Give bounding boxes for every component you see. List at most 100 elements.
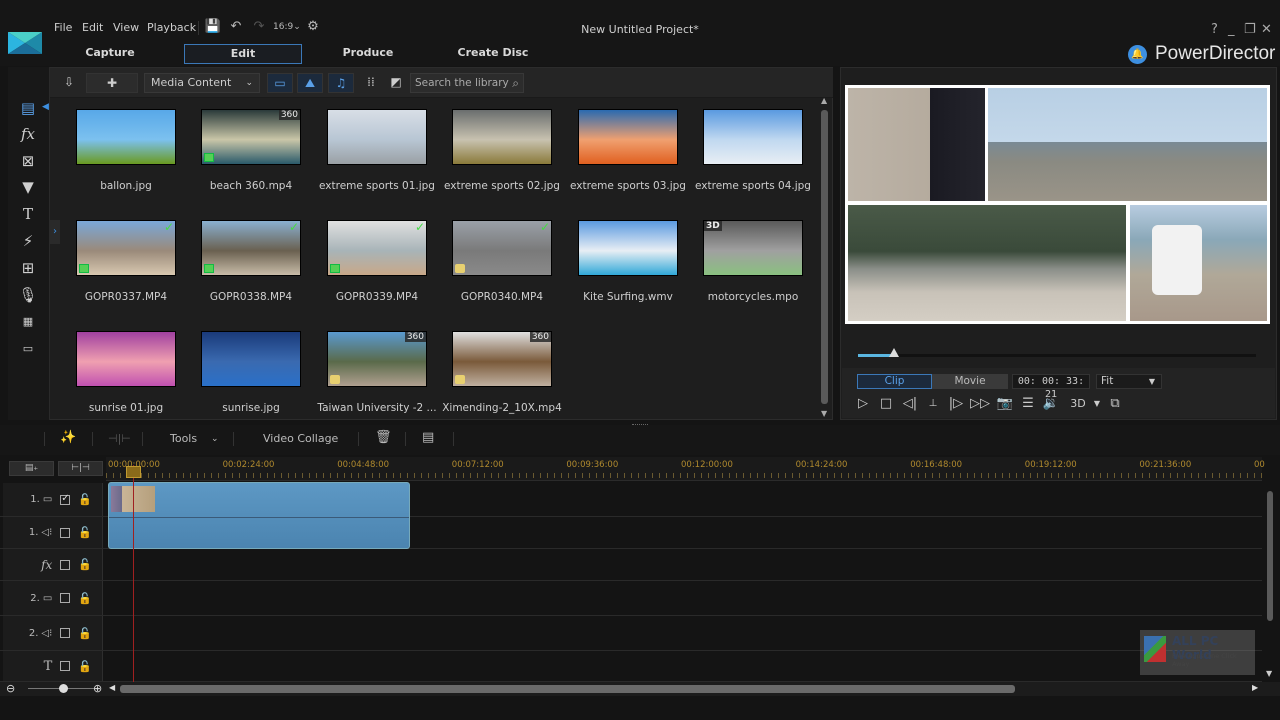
undo-icon[interactable]: ↶ — [227, 19, 245, 34]
search-icon[interactable]: ⌕ — [512, 74, 519, 92]
media-thumbnail[interactable] — [578, 220, 678, 276]
video-collage-button[interactable]: Video Collage — [263, 432, 338, 445]
zoom-in-icon[interactable]: ⊕ — [93, 682, 102, 695]
seek-handle[interactable] — [888, 348, 899, 357]
expand-panel-button[interactable]: › — [50, 220, 60, 244]
media-thumbnail[interactable]: 3D — [703, 220, 803, 276]
movie-mode-button[interactable]: Movie — [932, 374, 1008, 389]
tab-edit[interactable]: Edit — [184, 44, 302, 64]
track-lock-icon[interactable]: 🔓 — [78, 493, 92, 506]
media-thumbnail[interactable] — [578, 109, 678, 165]
tab-create-disc[interactable]: Create Disc — [434, 44, 552, 64]
3d-mode-button[interactable]: 3D — [1066, 396, 1090, 412]
preview-seek-bar[interactable] — [858, 348, 1256, 357]
media-thumbnail[interactable]: ✓ — [76, 220, 176, 276]
playhead-handle[interactable] — [126, 466, 141, 478]
audio-mixing-room-icon[interactable]: ⊞ — [18, 258, 38, 278]
fit-timeline-button[interactable]: ⊢|⊣ — [58, 461, 103, 476]
save-icon[interactable]: 💾 — [204, 19, 222, 34]
media-thumbnail[interactable]: 360 — [327, 331, 427, 387]
clip-mode-button[interactable]: Clip — [857, 374, 932, 389]
track-lock-icon[interactable]: 🔓 — [78, 627, 92, 640]
media-thumbnail[interactable] — [76, 331, 176, 387]
settings-gear-icon[interactable]: ⚙ — [304, 19, 322, 34]
zoom-out-icon[interactable]: ⊖ — [6, 682, 15, 695]
close-icon[interactable]: ✕ — [1261, 22, 1272, 37]
clip-attributes-icon[interactable]: ▤ — [422, 430, 434, 445]
play-icon[interactable]: ▷ — [854, 396, 872, 412]
filter-audio-button[interactable]: ♫ — [328, 73, 354, 93]
media-item[interactable]: Kite Surfing.wmv — [565, 220, 691, 325]
tab-capture[interactable]: Capture — [51, 44, 169, 64]
panel-resize-handle[interactable] — [632, 424, 648, 426]
sort-grid-icon[interactable]: ⁞⁞ — [360, 73, 382, 93]
track-enable-checkbox[interactable] — [60, 493, 71, 505]
menu-playback[interactable]: Playback — [147, 21, 196, 34]
timecode-display[interactable]: 00: 00: 33: 21 — [1012, 374, 1090, 400]
media-item[interactable]: sunrise.jpg — [188, 331, 314, 436]
transition-room-icon[interactable]: ⚡ — [18, 231, 38, 251]
fx-room-icon[interactable]: fx — [18, 124, 38, 144]
redo-icon[interactable]: ↷ — [250, 19, 268, 34]
fast-forward-icon[interactable]: ▷▷ — [970, 396, 990, 412]
media-item[interactable]: 3D motorcycles.mpo — [690, 220, 816, 325]
pip-objects-room-icon[interactable]: ⊠ — [18, 151, 38, 171]
chapter-room-icon[interactable]: ▦ — [18, 312, 38, 332]
media-thumbnail[interactable]: 360 — [452, 331, 552, 387]
scroll-down-icon[interactable]: ▼ — [821, 409, 827, 418]
track-enable-checkbox[interactable] — [60, 628, 71, 638]
scroll-up-icon[interactable]: ▲ — [821, 96, 827, 105]
undock-preview-icon[interactable]: ⧉ — [1106, 396, 1124, 412]
media-thumbnail[interactable]: 360 — [201, 109, 301, 165]
stop-icon[interactable]: □ — [877, 396, 895, 412]
playhead-line[interactable] — [133, 465, 134, 682]
timeline-video-clip[interactable] — [108, 482, 410, 549]
previous-frame-icon[interactable]: ◁| — [901, 396, 919, 412]
preview-zoom-select[interactable]: Fit ▼ — [1096, 374, 1162, 389]
filter-image-button[interactable]: ⛰ — [297, 73, 323, 93]
volume-icon[interactable]: 🔉 — [1042, 396, 1060, 412]
aspect-ratio-icon[interactable]: 16:9⌄ — [273, 22, 301, 32]
track-lock-icon[interactable]: 🔓 — [78, 526, 92, 539]
split-clip-icon[interactable]: ⊣|⊢ — [108, 432, 131, 445]
media-item[interactable]: 360 beach 360.mp4 — [188, 109, 314, 214]
notification-bell-icon[interactable]: 🔔 — [1128, 44, 1147, 64]
timeline-track[interactable]: fx 🔓 — [0, 549, 1262, 581]
media-thumbnail[interactable] — [76, 109, 176, 165]
title-room-icon[interactable]: T — [18, 204, 38, 224]
timeline-horizontal-scrollbar[interactable] — [120, 685, 1015, 693]
thumbnail-size-icon[interactable]: ◩ — [385, 73, 407, 93]
menu-view[interactable]: View — [113, 21, 139, 34]
timeline-vscroll-thumb[interactable] — [1267, 491, 1273, 621]
media-item[interactable]: extreme sports 02.jpg — [439, 109, 565, 214]
media-item[interactable]: ballon.jpg — [63, 109, 189, 214]
track-lock-icon[interactable]: 🔓 — [78, 592, 92, 605]
help-icon[interactable]: ? — [1211, 22, 1218, 37]
track-enable-checkbox[interactable] — [60, 661, 71, 671]
mark-in-out-icon[interactable]: ⊥ — [924, 396, 942, 412]
next-frame-icon[interactable]: |▷ — [947, 396, 965, 412]
tab-produce[interactable]: Produce — [309, 44, 427, 64]
timeline-track[interactable]: 2. ▭ 🔓 — [0, 581, 1262, 616]
plugins-button[interactable]: ✚ — [86, 73, 138, 93]
timeline-track[interactable]: T 🔓 — [0, 651, 1262, 682]
track-enable-checkbox[interactable] — [60, 593, 71, 603]
snapshot-camera-icon[interactable]: 📷 — [996, 396, 1014, 412]
track-lock-icon[interactable]: 🔓 — [78, 558, 92, 571]
scroll-down-icon[interactable]: ▼ — [1266, 669, 1272, 678]
media-thumbnail[interactable] — [201, 331, 301, 387]
3d-dropdown-icon[interactable]: ▼ — [1088, 396, 1106, 412]
track-enable-checkbox[interactable] — [60, 527, 71, 538]
media-item[interactable]: ✓ GOPR0339.MP4 — [314, 220, 440, 325]
timeline-track[interactable]: 2. ◁⁝ 🔓 — [0, 616, 1262, 651]
menu-file[interactable]: File — [54, 21, 72, 34]
library-scrollbar[interactable]: ▲ ▼ — [820, 96, 829, 418]
scroll-left-icon[interactable]: ◀ — [109, 683, 115, 692]
media-item[interactable]: extreme sports 04.jpg — [690, 109, 816, 214]
scroll-right-icon[interactable]: ▶ — [1252, 683, 1258, 692]
timeline-ruler[interactable]: 00:00:00:0000:02:24:0000:04:48:0000:07:1… — [106, 457, 1265, 481]
media-thumbnail[interactable] — [703, 109, 803, 165]
media-item[interactable]: extreme sports 01.jpg — [314, 109, 440, 214]
media-content-select[interactable]: Media Content ⌄ — [144, 73, 260, 93]
media-thumbnail[interactable]: ✓ — [327, 220, 427, 276]
